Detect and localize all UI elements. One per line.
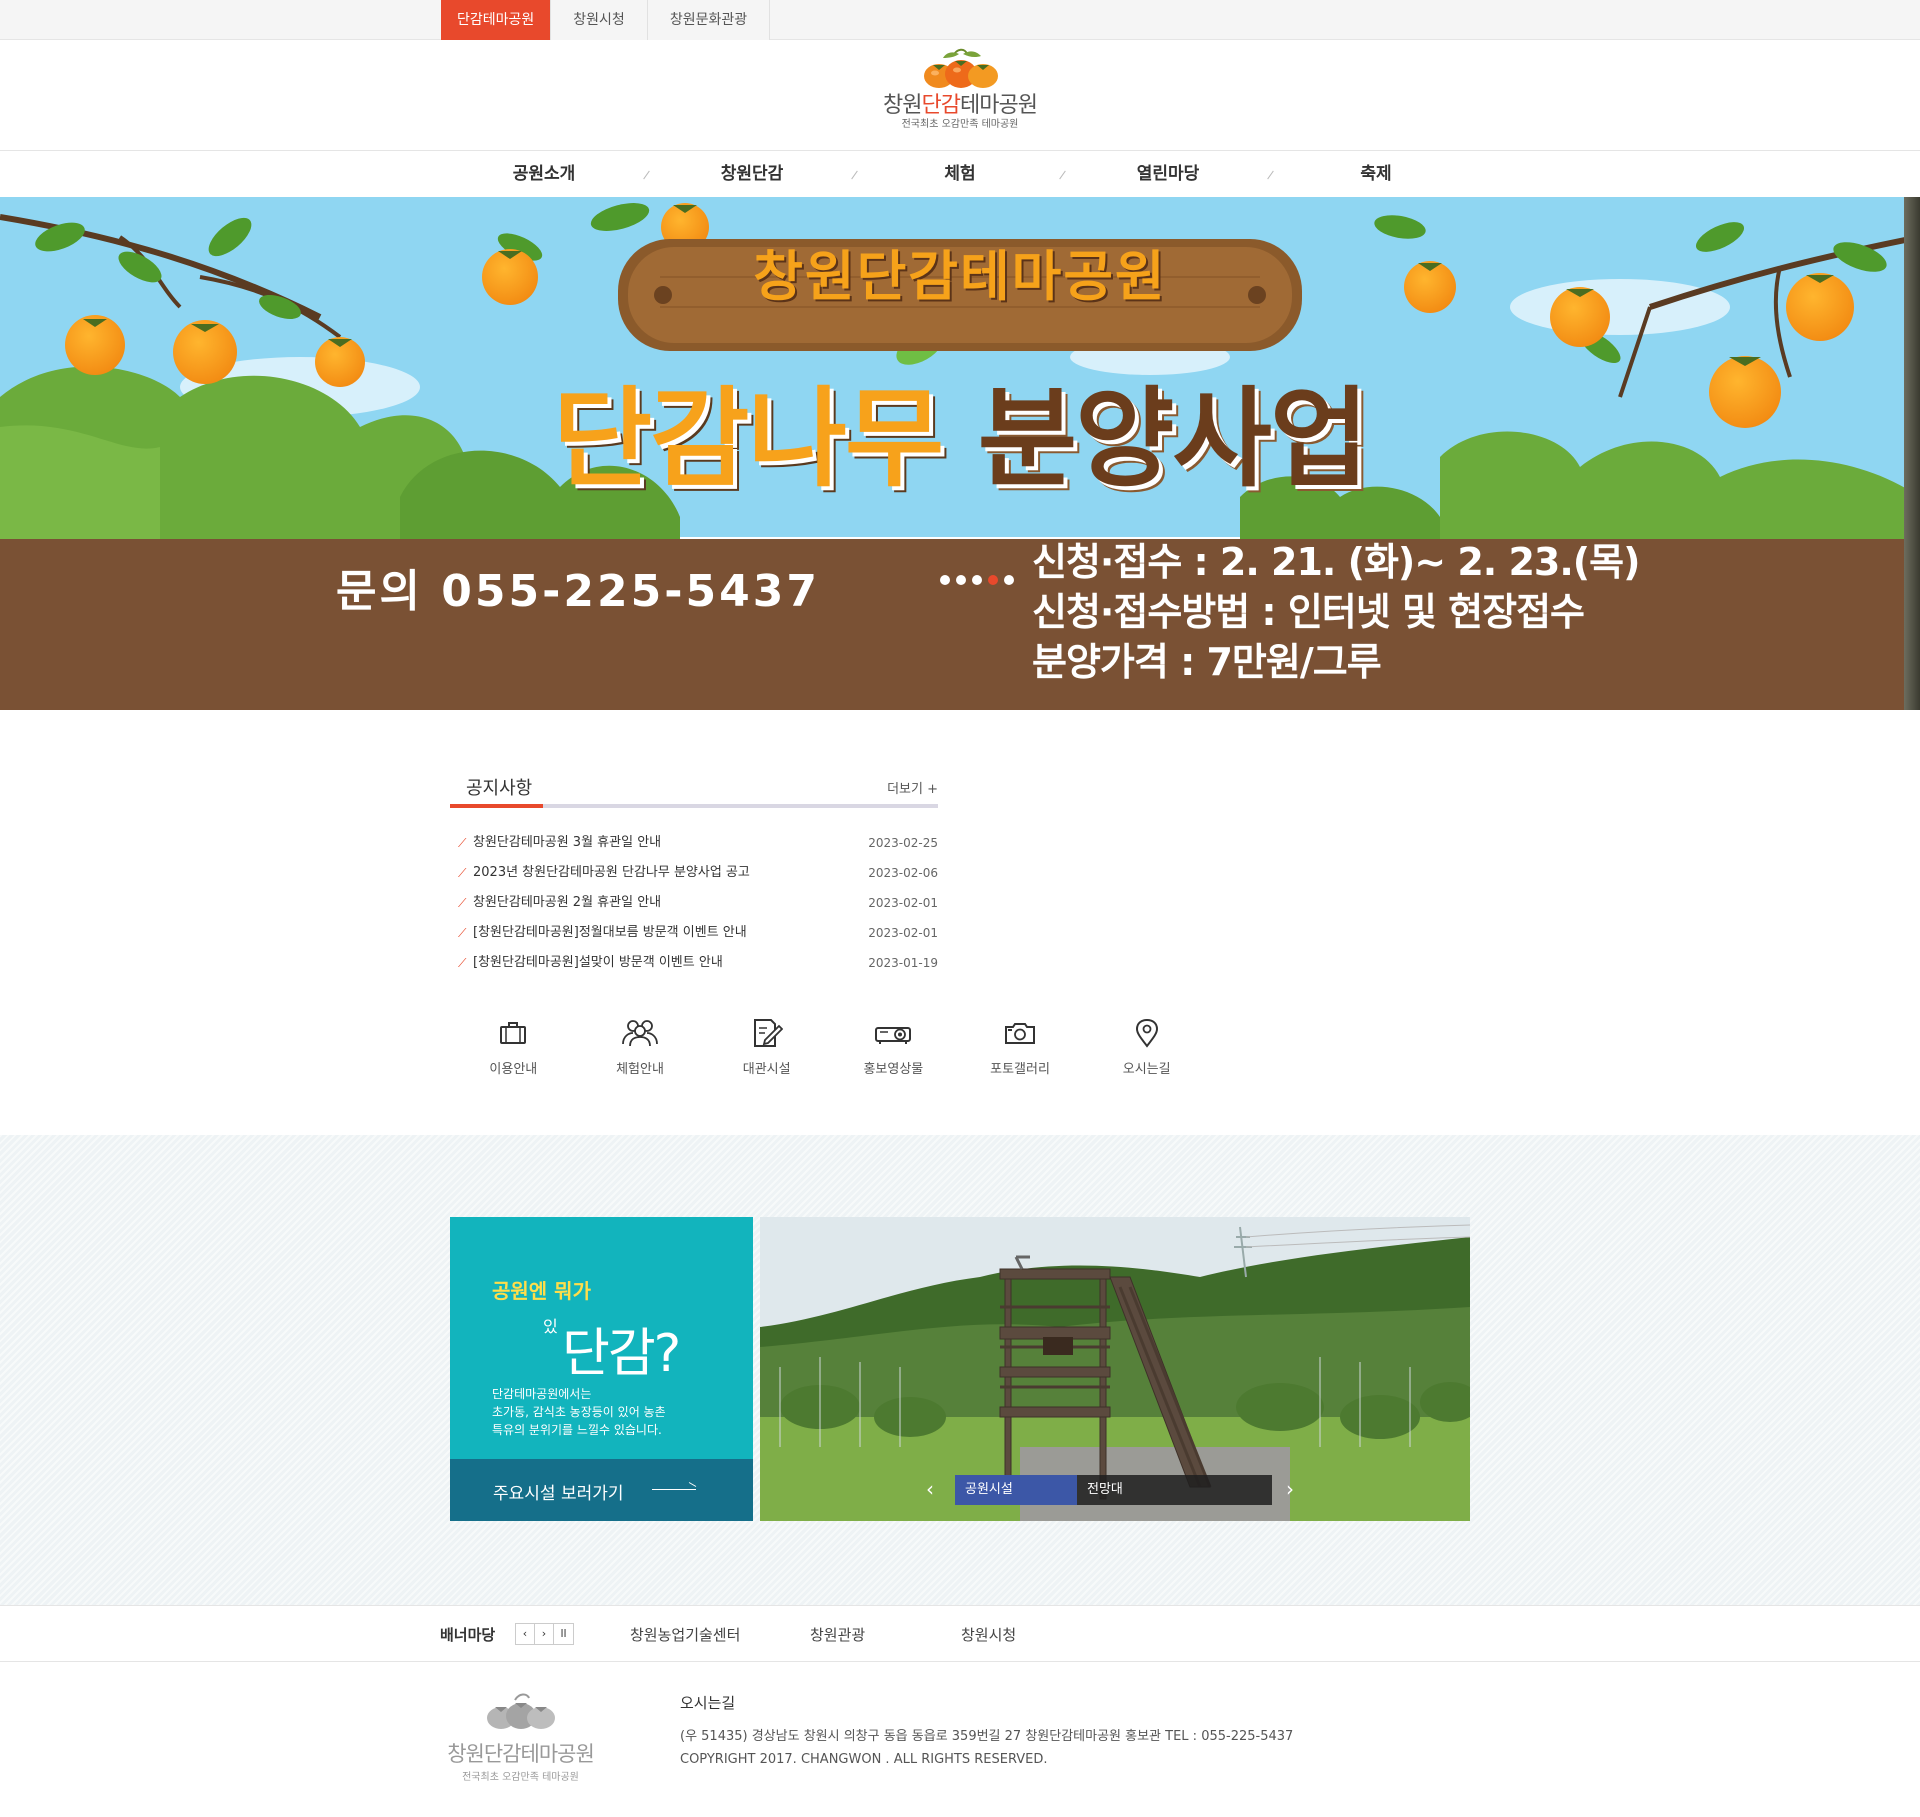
footer-address: (우 51435) 경상남도 창원시 의창구 동읍 동읍로 359번길 27 창…: [680, 1729, 1294, 1744]
quick-promo-video[interactable]: 홍보영상물: [830, 1018, 957, 1088]
slide-dot[interactable]: [956, 575, 966, 585]
quick-usage-guide[interactable]: 이용안내: [450, 1018, 577, 1088]
slide-dot-active[interactable]: [988, 575, 998, 585]
park-card-headline: 단감?: [562, 1324, 681, 1384]
hero-sign-text: 창원단감테마공원: [753, 245, 1167, 308]
projector-icon: [875, 1027, 912, 1044]
footer-logo: 창원단감테마공원 전국최초 오감만족 테마공원: [438, 1692, 603, 1783]
logo-title: 창원단감테마공원: [883, 93, 1038, 118]
page: 단감테마공원 창원시청 창원문화관광 창원단감테마공원 전국최초 오감만족 테마…: [0, 0, 1920, 1817]
footer-info: 오시는길 (우 51435) 경상남도 창원시 의창구 동읍 동읍로 359번길…: [680, 1692, 1293, 1771]
notice-header: 공지사항 더보기 +: [450, 764, 938, 808]
banner-zone-title: 배너마당: [440, 1626, 496, 1644]
banner-next-button[interactable]: ›: [535, 1624, 554, 1644]
footer-copyright: COPYRIGHT 2017. CHANGWON . ALL RIGHTS RE…: [680, 1752, 1048, 1767]
hero-slide-indicators: [940, 575, 1014, 585]
nav-festival[interactable]: 축제: [1272, 151, 1480, 197]
tab-dangam-park[interactable]: 단감테마공원: [441, 0, 551, 40]
logo-tagline: 전국최초 오감만족 테마공원: [901, 119, 1019, 130]
quick-photo-gallery[interactable]: 포토갤러리: [957, 1018, 1084, 1088]
photo-prev-icon[interactable]: ‹: [922, 1477, 938, 1501]
quick-rental-facility[interactable]: 대관시설: [703, 1018, 830, 1088]
park-card-question-small: 있: [543, 1317, 558, 1336]
notice-title-underline: [450, 804, 543, 808]
photo-caption: 공원시설 전망대: [955, 1475, 1272, 1505]
next-slide-edge: [1904, 197, 1920, 710]
briefcase-icon: [500, 1022, 527, 1044]
slash-icon: ⟋: [458, 926, 467, 940]
banner-link-tourism[interactable]: 창원관광: [810, 1624, 865, 1645]
slide-dot[interactable]: [972, 575, 982, 585]
notice-title: 공지사항: [466, 778, 533, 799]
camera-icon: [1005, 1023, 1036, 1044]
hero-title: 단감나무 분양사업: [552, 377, 1370, 502]
nav-open-yard[interactable]: 열린마당: [1064, 151, 1272, 197]
main-navigation: 공원소개 창원단감 체험 열린마당 축제: [0, 150, 1920, 197]
banner-link-agri-center[interactable]: 창원농업기술센터: [630, 1624, 740, 1645]
persimmon-logo-icon: [486, 1693, 555, 1729]
facility-photo-slider[interactable]: 공원시설 전망대 ‹ ›: [760, 1217, 1470, 1521]
notice-item[interactable]: ⟋ 창원단감테마공원 2월 휴관일 안내 2023-02-01: [450, 888, 938, 918]
nav-experience[interactable]: 체험: [856, 151, 1064, 197]
footer-logo-tagline: 전국최초 오감만족 테마공원: [462, 1772, 579, 1783]
slide-dot[interactable]: [940, 575, 950, 585]
notice-item[interactable]: ⟋ 2023년 창원단감테마공원 단감나무 분양사업 공고 2023-02-06: [450, 858, 938, 888]
nav-changwon-dangam[interactable]: 창원단감: [648, 151, 856, 197]
slide-dot[interactable]: [1004, 575, 1014, 585]
slash-icon: ⟋: [458, 866, 467, 880]
site-tabs: 단감테마공원 창원시청 창원문화관광: [441, 0, 771, 40]
banner-prev-button[interactable]: ‹: [516, 1624, 535, 1644]
photo-next-icon[interactable]: ›: [1282, 1477, 1298, 1501]
slash-icon: ⟋: [458, 836, 467, 850]
hero-info-line: 신청·접수방법 : 인터넷 및 현장접수: [1032, 590, 1585, 634]
notice-more-link[interactable]: 더보기 +: [887, 778, 938, 797]
hero-banner[interactable]: 창원단감테마공원 단감나무 분양사업 문의 055-225-5437 신청·접수…: [0, 197, 1920, 710]
banner-link-city-hall[interactable]: 창원시청: [961, 1624, 1016, 1645]
tab-changwon-city[interactable]: 창원시청: [550, 0, 648, 40]
caption-title: 전망대: [1077, 1475, 1272, 1505]
park-card-description: 단감테마공원에서는 초가동, 감식초 농장등이 있어 농촌 특유의 분위기를 느…: [492, 1387, 666, 1437]
slash-icon: ⟋: [458, 956, 467, 970]
park-card-question: 공원엔 뭐가: [492, 1279, 591, 1303]
hero-info-line: 신청·접수 : 2. 21. (화)~ 2. 23.(목): [1032, 540, 1640, 584]
footer: 창원단감테마공원 전국최초 오감만족 테마공원 오시는길 (우 51435) 경…: [0, 1662, 1920, 1817]
footer-heading: 오시는길: [680, 1694, 736, 1712]
banner-zone: 배너마당 ‹ › ll 창원농업기술센터 창원관광 창원시청: [0, 1605, 1920, 1662]
notice-item[interactable]: ⟋ [창원단감테마공원]설맞이 방문객 이벤트 안내 2023-01-19: [450, 948, 938, 978]
notice-board: 공지사항 더보기 + ⟋ 창원단감테마공원 3월 휴관일 안내 2023-02-25…: [450, 764, 938, 978]
quick-menu: 이용안내 체험안내 대관시설 홍보영상물 포토갤러리 오시는길: [450, 1018, 1210, 1088]
hero-info-line: 분양가격 : 7만원/그루: [1032, 640, 1382, 684]
quick-directions[interactable]: 오시는길: [1083, 1018, 1210, 1088]
caption-category: 공원시설: [955, 1475, 1077, 1505]
people-icon: [622, 1020, 658, 1047]
banner-pause-button[interactable]: ll: [554, 1624, 573, 1644]
top-utility-bar: 단감테마공원 창원시청 창원문화관광: [0, 0, 1920, 40]
notice-item[interactable]: ⟋ [창원단감테마공원]정월대보름 방문객 이벤트 안내 2023-02-01: [450, 918, 938, 948]
footer-logo-title: 창원단감테마공원: [447, 1742, 595, 1766]
map-pin-icon: [1135, 1018, 1158, 1048]
park-intro-card: 공원엔 뭐가 있 단감? 단감테마공원에서는 초가동, 감식초 농장등이 있어 …: [450, 1217, 753, 1521]
notice-item[interactable]: ⟋ 창원단감테마공원 3월 휴관일 안내 2023-02-25: [450, 828, 938, 858]
hero-contact: 문의 055-225-5437: [336, 566, 820, 617]
slash-icon: ⟋: [458, 896, 467, 910]
notice-list: ⟋ 창원단감테마공원 3월 휴관일 안내 2023-02-25 ⟋ 2023년 창원단…: [450, 828, 938, 978]
quick-experience-guide[interactable]: 체험안내: [577, 1018, 704, 1088]
nav-park-intro[interactable]: 공원소개: [440, 151, 648, 197]
view-facilities-button[interactable]: 주요시설 보러가기: [450, 1459, 753, 1521]
document-pen-icon: [753, 1019, 783, 1047]
arrow-right-icon: [652, 1489, 696, 1490]
hero-info: 신청·접수 : 2. 21. (화)~ 2. 23.(목) 신청·접수방법 : …: [1032, 537, 1640, 687]
persimmon-logo-icon: [915, 48, 1005, 92]
banner-controls: ‹ › ll: [515, 1623, 574, 1645]
site-logo[interactable]: 창원단감테마공원 전국최초 오감만족 테마공원: [870, 48, 1050, 140]
park-highlight-section: 공원엔 뭐가 있 단감? 단감테마공원에서는 초가동, 감식초 농장등이 있어 …: [0, 1135, 1920, 1605]
tab-changwon-culture[interactable]: 창원문화관광: [647, 0, 771, 40]
